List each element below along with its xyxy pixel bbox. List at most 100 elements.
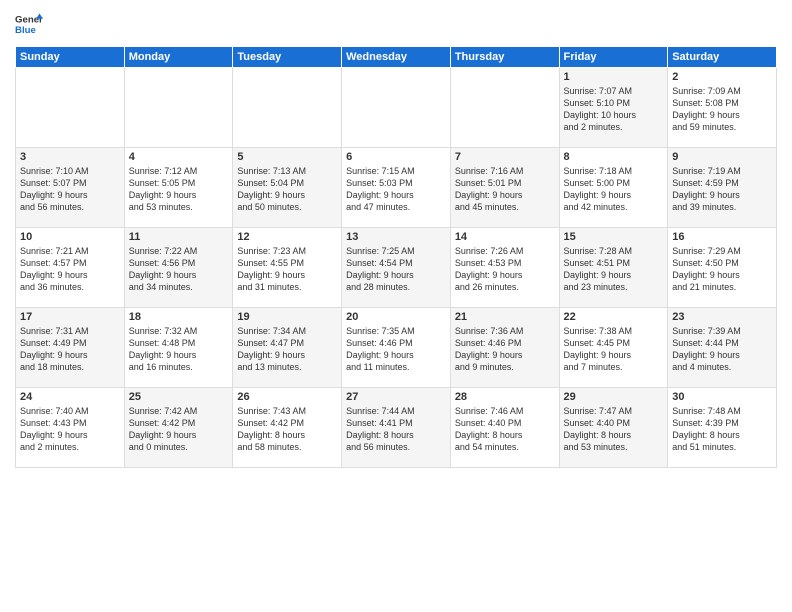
calendar-cell: 2 Sunrise: 7:09 AM Sunset: 5:08 PM Daylig… (668, 68, 777, 148)
calendar-cell: 19 Sunrise: 7:34 AM Sunset: 4:47 PM Dayli… (233, 308, 342, 388)
cell-content: Sunrise: 7:38 AM Sunset: 4:45 PM Dayligh… (564, 325, 664, 374)
calendar-cell: 7 Sunrise: 7:16 AM Sunset: 5:01 PM Daylig… (450, 148, 559, 228)
cell-content: Sunrise: 7:39 AM Sunset: 4:44 PM Dayligh… (672, 325, 772, 374)
calendar-row: 1Sunrise: 7:07 AM Sunset: 5:10 PM Daylig… (16, 68, 777, 148)
calendar-cell: 16 Sunrise: 7:29 AM Sunset: 4:50 PM Dayli… (668, 228, 777, 308)
calendar-cell: 9 Sunrise: 7:19 AM Sunset: 4:59 PM Daylig… (668, 148, 777, 228)
cell-content: Sunrise: 7:32 AM Sunset: 4:48 PM Dayligh… (129, 325, 229, 374)
day-number: 24 (20, 391, 120, 403)
calendar-cell: 25 Sunrise: 7:42 AM Sunset: 4:42 PM Dayli… (124, 388, 233, 468)
calendar-cell: 26 Sunrise: 7:43 AM Sunset: 4:42 PM Dayli… (233, 388, 342, 468)
cell-content: Sunrise: 7:19 AM Sunset: 4:59 PM Dayligh… (672, 165, 772, 214)
calendar-cell: 5 Sunrise: 7:13 AM Sunset: 5:04 PM Daylig… (233, 148, 342, 228)
cell-content: Sunrise: 7:09 AM Sunset: 5:08 PM Dayligh… (672, 85, 772, 134)
cell-content: Sunrise: 7:28 AM Sunset: 4:51 PM Dayligh… (564, 245, 664, 294)
calendar-cell: 24 Sunrise: 7:40 AM Sunset: 4:43 PM Dayli… (16, 388, 125, 468)
day-number: 17 (20, 311, 120, 323)
calendar-cell: 21Sunrise: 7:36 AM Sunset: 4:46 PM Dayli… (450, 308, 559, 388)
calendar-cell: 12 Sunrise: 7:23 AM Sunset: 4:55 PM Dayli… (233, 228, 342, 308)
day-header-friday: Friday (559, 47, 668, 68)
cell-content: Sunrise: 7:22 AM Sunset: 4:56 PM Dayligh… (129, 245, 229, 294)
calendar-row: 17 Sunrise: 7:31 AM Sunset: 4:49 PM Dayli… (16, 308, 777, 388)
calendar-cell: 18 Sunrise: 7:32 AM Sunset: 4:48 PM Dayli… (124, 308, 233, 388)
cell-content: Sunrise: 7:21 AM Sunset: 4:57 PM Dayligh… (20, 245, 120, 294)
calendar-table: SundayMondayTuesdayWednesdayThursdayFrid… (15, 46, 777, 468)
day-number: 15 (564, 231, 664, 243)
day-number: 13 (346, 231, 446, 243)
cell-content: Sunrise: 7:16 AM Sunset: 5:01 PM Dayligh… (455, 165, 555, 214)
day-number: 25 (129, 391, 229, 403)
cell-content: Sunrise: 7:35 AM Sunset: 4:46 PM Dayligh… (346, 325, 446, 374)
day-header-sunday: Sunday (16, 47, 125, 68)
day-number: 10 (20, 231, 120, 243)
cell-content: Sunrise: 7:26 AM Sunset: 4:53 PM Dayligh… (455, 245, 555, 294)
calendar-cell (342, 68, 451, 148)
day-number: 4 (129, 151, 229, 163)
calendar-cell: 17 Sunrise: 7:31 AM Sunset: 4:49 PM Dayli… (16, 308, 125, 388)
day-number: 22 (564, 311, 664, 323)
cell-content: Sunrise: 7:44 AM Sunset: 4:41 PM Dayligh… (346, 405, 446, 454)
logo-icon: General Blue (15, 10, 43, 38)
day-number: 5 (237, 151, 337, 163)
svg-text:Blue: Blue (15, 25, 36, 36)
day-number: 11 (129, 231, 229, 243)
day-number: 9 (672, 151, 772, 163)
calendar-cell: 14 Sunrise: 7:26 AM Sunset: 4:53 PM Dayli… (450, 228, 559, 308)
calendar-cell: 23 Sunrise: 7:39 AM Sunset: 4:44 PM Dayli… (668, 308, 777, 388)
cell-content: Sunrise: 7:46 AM Sunset: 4:40 PM Dayligh… (455, 405, 555, 454)
day-number: 12 (237, 231, 337, 243)
calendar-row: 24 Sunrise: 7:40 AM Sunset: 4:43 PM Dayli… (16, 388, 777, 468)
day-header-wednesday: Wednesday (342, 47, 451, 68)
cell-content: Sunrise: 7:29 AM Sunset: 4:50 PM Dayligh… (672, 245, 772, 294)
cell-content: Sunrise: 7:47 AM Sunset: 4:40 PM Dayligh… (564, 405, 664, 454)
calendar-cell: 10 Sunrise: 7:21 AM Sunset: 4:57 PM Dayli… (16, 228, 125, 308)
day-header-tuesday: Tuesday (233, 47, 342, 68)
cell-content: Sunrise: 7:13 AM Sunset: 5:04 PM Dayligh… (237, 165, 337, 214)
calendar-row: 10 Sunrise: 7:21 AM Sunset: 4:57 PM Dayli… (16, 228, 777, 308)
calendar-cell: 29 Sunrise: 7:47 AM Sunset: 4:40 PM Dayli… (559, 388, 668, 468)
calendar-cell: 4 Sunrise: 7:12 AM Sunset: 5:05 PM Daylig… (124, 148, 233, 228)
day-number: 7 (455, 151, 555, 163)
day-number: 29 (564, 391, 664, 403)
calendar-cell: 3Sunrise: 7:10 AM Sunset: 5:07 PM Daylig… (16, 148, 125, 228)
day-number: 23 (672, 311, 772, 323)
day-number: 14 (455, 231, 555, 243)
cell-content: Sunrise: 7:23 AM Sunset: 4:55 PM Dayligh… (237, 245, 337, 294)
day-number: 20 (346, 311, 446, 323)
calendar-cell: 6 Sunrise: 7:15 AM Sunset: 5:03 PM Daylig… (342, 148, 451, 228)
day-number: 30 (672, 391, 772, 403)
cell-content: Sunrise: 7:40 AM Sunset: 4:43 PM Dayligh… (20, 405, 120, 454)
day-header-thursday: Thursday (450, 47, 559, 68)
day-number: 19 (237, 311, 337, 323)
calendar-cell (450, 68, 559, 148)
header-row: SundayMondayTuesdayWednesdayThursdayFrid… (16, 47, 777, 68)
cell-content: Sunrise: 7:42 AM Sunset: 4:42 PM Dayligh… (129, 405, 229, 454)
day-number: 16 (672, 231, 772, 243)
day-number: 18 (129, 311, 229, 323)
cell-content: Sunrise: 7:12 AM Sunset: 5:05 PM Dayligh… (129, 165, 229, 214)
calendar-cell (16, 68, 125, 148)
day-number: 26 (237, 391, 337, 403)
page-header: General Blue (15, 10, 777, 38)
calendar-cell: 30Sunrise: 7:48 AM Sunset: 4:39 PM Dayli… (668, 388, 777, 468)
cell-content: Sunrise: 7:15 AM Sunset: 5:03 PM Dayligh… (346, 165, 446, 214)
calendar-cell: 1Sunrise: 7:07 AM Sunset: 5:10 PM Daylig… (559, 68, 668, 148)
calendar-cell: 11 Sunrise: 7:22 AM Sunset: 4:56 PM Dayli… (124, 228, 233, 308)
calendar-cell (233, 68, 342, 148)
logo: General Blue (15, 10, 43, 38)
cell-content: Sunrise: 7:31 AM Sunset: 4:49 PM Dayligh… (20, 325, 120, 374)
day-number: 8 (564, 151, 664, 163)
calendar-row: 3Sunrise: 7:10 AM Sunset: 5:07 PM Daylig… (16, 148, 777, 228)
day-header-saturday: Saturday (668, 47, 777, 68)
cell-content: Sunrise: 7:10 AM Sunset: 5:07 PM Dayligh… (20, 165, 120, 214)
calendar-cell: 20 Sunrise: 7:35 AM Sunset: 4:46 PM Dayli… (342, 308, 451, 388)
cell-content: Sunrise: 7:43 AM Sunset: 4:42 PM Dayligh… (237, 405, 337, 454)
calendar-cell: 8Sunrise: 7:18 AM Sunset: 5:00 PM Daylig… (559, 148, 668, 228)
calendar-cell (124, 68, 233, 148)
calendar-cell: 22 Sunrise: 7:38 AM Sunset: 4:45 PM Dayli… (559, 308, 668, 388)
cell-content: Sunrise: 7:34 AM Sunset: 4:47 PM Dayligh… (237, 325, 337, 374)
day-number: 27 (346, 391, 446, 403)
day-number: 2 (672, 71, 772, 83)
day-number: 6 (346, 151, 446, 163)
day-number: 28 (455, 391, 555, 403)
